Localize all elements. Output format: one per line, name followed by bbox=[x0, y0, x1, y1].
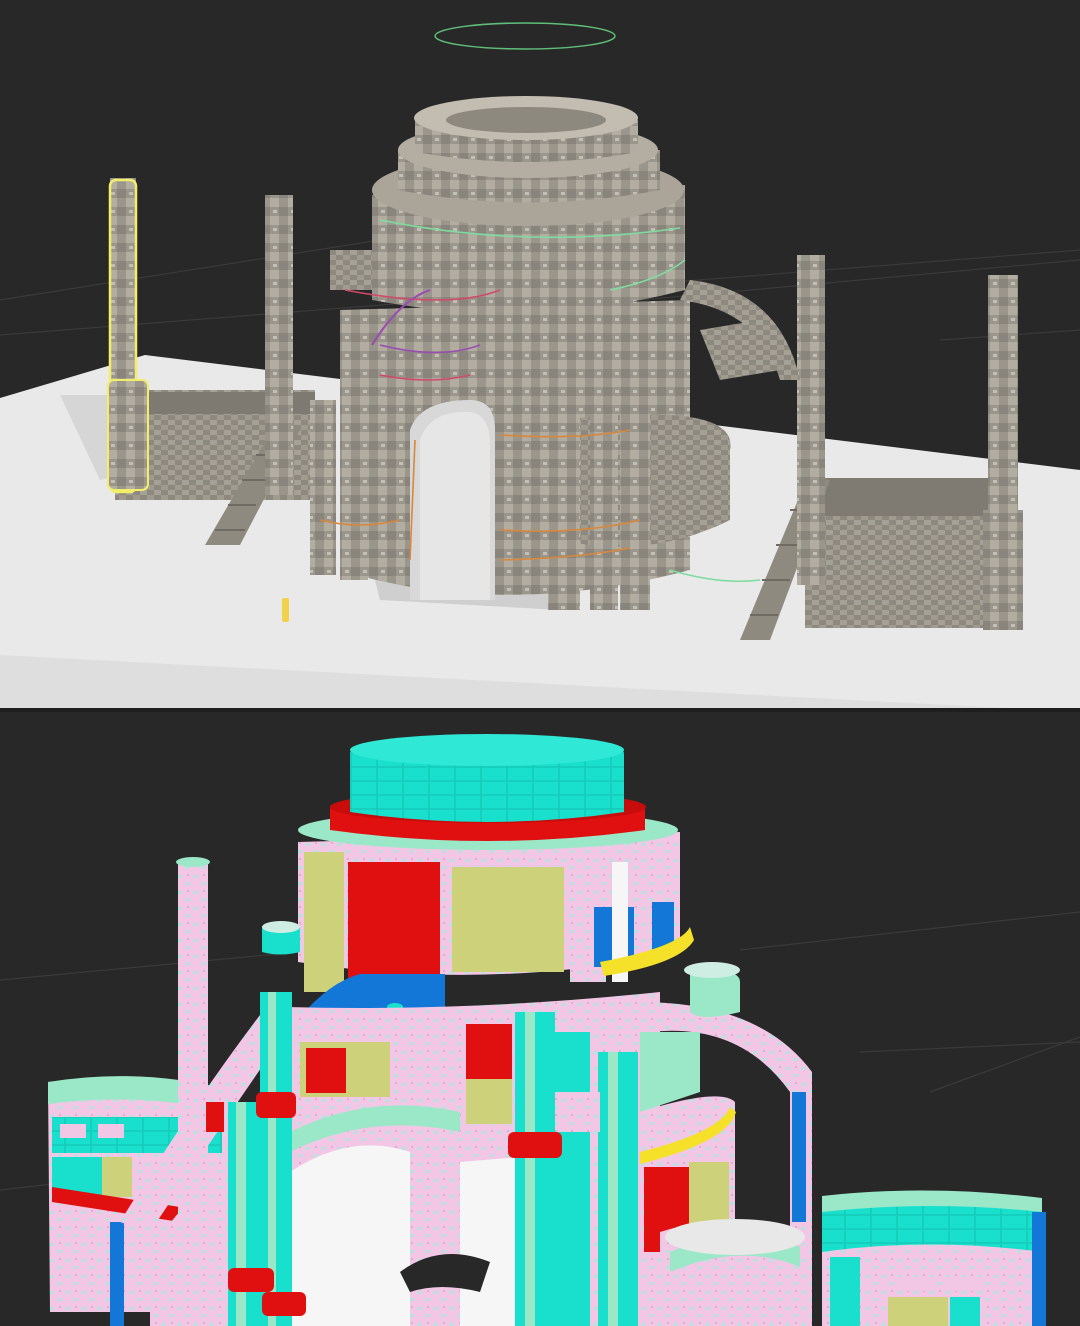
right-wall-ids bbox=[822, 1190, 1046, 1326]
helper-circle-icon[interactable] bbox=[434, 22, 616, 50]
scene-material-ids bbox=[0, 734, 1080, 1326]
light-marker-icon[interactable] bbox=[282, 598, 289, 622]
viewport-top-textured[interactable] bbox=[0, 0, 1080, 712]
viewport-bottom-material-ids[interactable] bbox=[0, 712, 1080, 1326]
scene-textured bbox=[0, 22, 1080, 712]
pillar-right-1 bbox=[797, 255, 825, 585]
pillar-left-2 bbox=[265, 195, 293, 495]
